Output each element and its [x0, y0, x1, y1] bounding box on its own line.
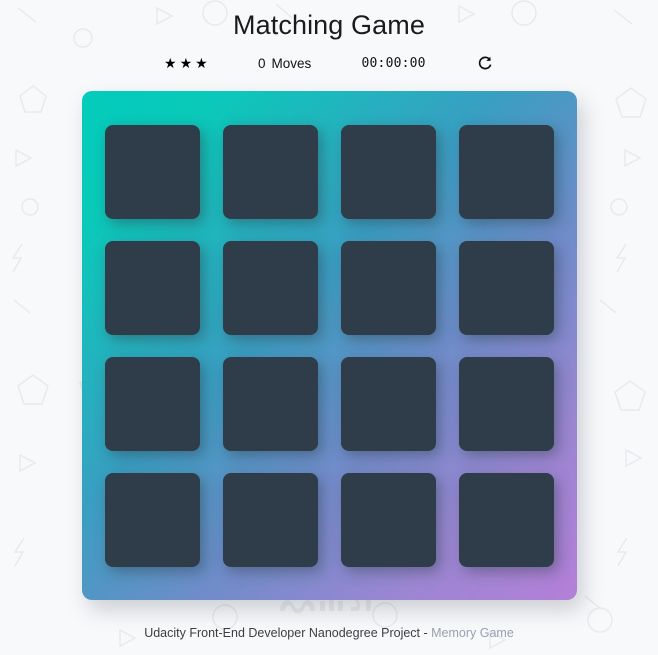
memory-card[interactable]	[340, 124, 436, 219]
memory-card[interactable]	[458, 472, 554, 567]
star-icon: ★	[179, 55, 193, 71]
moves-counter: 0 Moves	[258, 56, 311, 71]
star-icon: ★	[195, 55, 208, 71]
memory-card[interactable]	[104, 124, 200, 219]
game-timer: 00:00:00	[361, 55, 426, 71]
memory-card[interactable]	[222, 472, 318, 567]
memory-card[interactable]	[222, 240, 318, 335]
score-panel: ★ ★ ★ 0 Moves 00:00:00	[164, 52, 494, 74]
memory-card[interactable]	[104, 472, 200, 567]
star-icon: ★	[164, 55, 177, 71]
memory-card[interactable]	[104, 240, 200, 335]
memory-game-link[interactable]: Memory Game	[431, 626, 514, 640]
memory-card[interactable]	[340, 240, 436, 335]
memory-card[interactable]	[222, 356, 318, 451]
memory-card[interactable]	[458, 124, 554, 219]
memory-card[interactable]	[340, 472, 436, 567]
restart-icon	[478, 56, 492, 70]
memory-card[interactable]	[104, 356, 200, 451]
star-rating: ★ ★ ★	[164, 56, 208, 70]
card-deck[interactable]	[81, 91, 577, 600]
memory-card[interactable]	[340, 356, 436, 451]
game-page: Matching Game ★ ★ ★ 0 Moves 00:00:00 Uda…	[0, 0, 658, 655]
memory-card[interactable]	[222, 124, 318, 219]
footer-text: Udacity Front-End Developer Nanodegree P…	[144, 626, 432, 640]
memory-card[interactable]	[458, 240, 554, 335]
memory-card[interactable]	[458, 356, 554, 451]
restart-button[interactable]	[476, 54, 494, 72]
moves-label: Moves	[271, 55, 312, 71]
page-title: Matching Game	[233, 10, 425, 40]
moves-count: 0	[257, 55, 266, 71]
footer: Udacity Front-End Developer Nanodegree P…	[144, 625, 514, 641]
